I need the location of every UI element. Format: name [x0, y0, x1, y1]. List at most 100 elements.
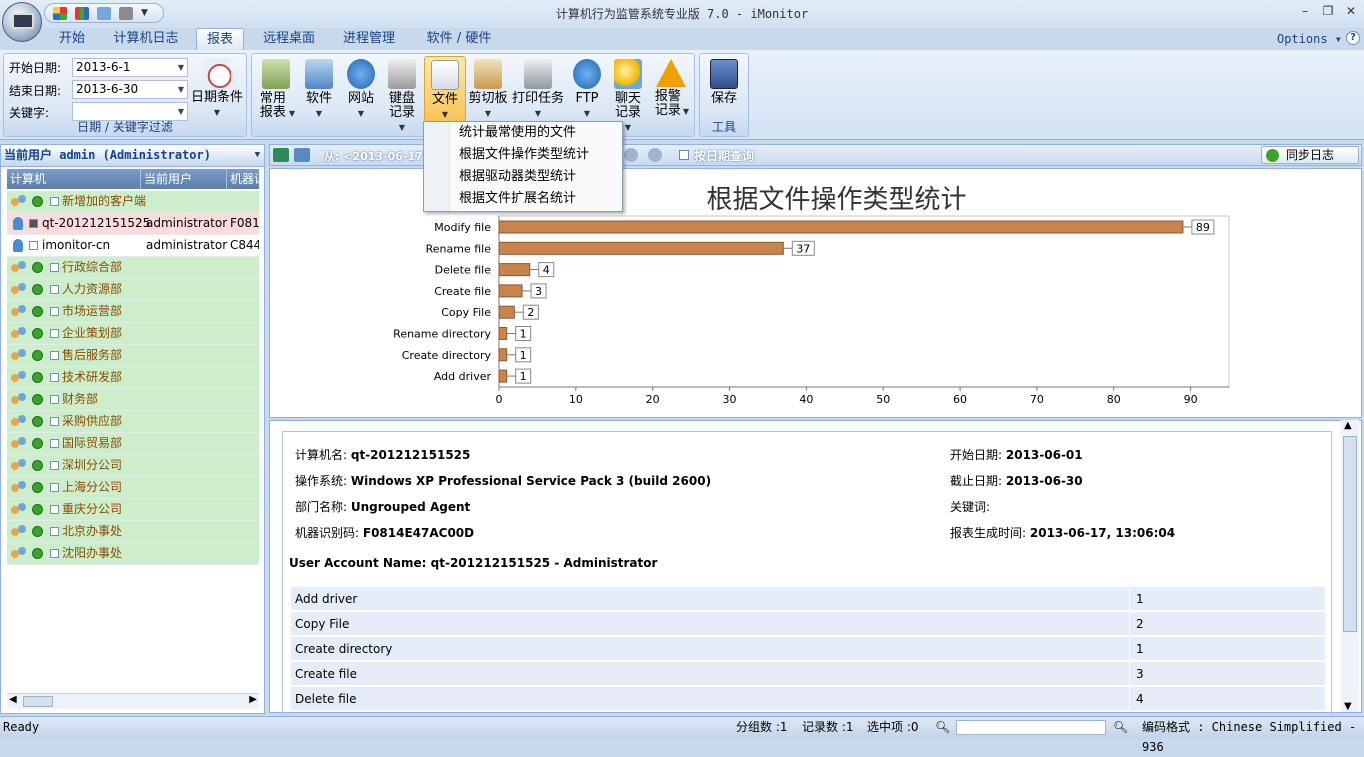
tab-remote-desktop[interactable]: 远程桌面 — [254, 28, 324, 50]
find-icon[interactable]: 🔍︎ — [1113, 717, 1128, 737]
close-button[interactable]: ✕ — [1342, 4, 1360, 20]
scroll-thumb[interactable] — [1343, 436, 1357, 632]
checkbox[interactable] — [50, 373, 59, 382]
bar-chart-icon[interactable] — [75, 7, 89, 20]
common-reports-button[interactable]: 常用报表 ▼ — [256, 59, 296, 121]
menu-item-by-operation-type[interactable]: 根据文件操作类型统计 — [459, 144, 589, 166]
restore-button[interactable]: ❐ — [1319, 4, 1337, 20]
tab-computer-log[interactable]: 计算机日志 — [104, 28, 188, 50]
group-row[interactable]: 企业策划部 — [7, 323, 259, 345]
group-row[interactable]: 重庆分公司 — [7, 499, 259, 521]
print-tasks-button[interactable]: 打印任务 ▼ — [510, 59, 566, 121]
tab-process-management[interactable]: 进程管理 — [334, 28, 404, 50]
refresh-icon[interactable] — [648, 148, 662, 162]
group-row[interactable]: 人力资源部 — [7, 279, 259, 301]
sync-icon — [1266, 149, 1279, 162]
checkbox[interactable] — [50, 351, 59, 360]
keyboard-log-button[interactable]: 键盘记录▼ — [384, 59, 420, 135]
group-row[interactable]: 采购供应部 — [7, 411, 259, 433]
horizontal-scrollbar[interactable]: ◀ ▶ — [7, 693, 259, 709]
checkbox[interactable] — [50, 263, 59, 272]
group-row[interactable]: 国际贸易部 — [7, 433, 259, 455]
clock-icon[interactable] — [624, 148, 638, 162]
start-date-field[interactable]: 2013-6-1 ▼ — [72, 58, 188, 77]
save-button[interactable]: 保存 — [706, 59, 742, 106]
website-button[interactable]: 网站 ▼ — [344, 59, 378, 121]
checkbox[interactable] — [29, 219, 38, 228]
export-excel-icon[interactable] — [273, 148, 289, 162]
qat-dropdown-icon[interactable]: ▼ — [141, 7, 151, 20]
options-menu[interactable]: Options ▾ — [1277, 32, 1342, 46]
checkbox[interactable] — [50, 461, 59, 470]
column-current-user[interactable]: 当前用户 — [141, 169, 227, 189]
checkbox[interactable] — [50, 197, 59, 206]
scroll-left-icon[interactable]: ◀ — [9, 694, 17, 705]
by-date-checkbox[interactable] — [679, 150, 689, 160]
category-label: Create file — [434, 285, 491, 298]
end-date-field[interactable]: 2013-6-30 ▼ — [72, 80, 188, 99]
sync-log-button[interactable]: 同步日志 — [1261, 146, 1359, 164]
menu-item-by-drive-type[interactable]: 根据驱动器类型统计 — [459, 166, 576, 188]
user-icon — [13, 239, 23, 252]
computer-tree-panel: 当前用户 admin (Administrator) ▼ 计算机 当前用户 机器识… — [0, 144, 265, 714]
scroll-up-icon[interactable]: ▲ — [1344, 420, 1352, 431]
menu-item-by-extension[interactable]: 根据文件扩展名统计 — [459, 188, 576, 210]
checkbox[interactable] — [50, 307, 59, 316]
tab-start[interactable]: 开始 — [50, 28, 94, 50]
pie-chart-icon[interactable] — [53, 7, 67, 20]
checkbox[interactable] — [50, 483, 59, 492]
search-icon[interactable]: 🔍︎ — [935, 717, 950, 737]
checkbox[interactable] — [50, 505, 59, 514]
app-menu-button[interactable] — [2, 2, 42, 42]
menu-item-most-used-files[interactable]: 统计最常使用的文件 — [459, 122, 576, 144]
tab-software-hardware[interactable]: 软件 / 硬件 — [414, 28, 504, 50]
scroll-right-icon[interactable]: ▶ — [249, 694, 257, 705]
report-computer: 计算机名: qt-201212151525 — [295, 448, 471, 462]
computer-id: C8442 — [230, 238, 259, 252]
ftp-label: FTP — [575, 91, 599, 106]
date-condition-button[interactable]: 日期条件 ▼ — [190, 58, 244, 120]
group-row[interactable]: 北京办事处 — [7, 521, 259, 543]
group-row[interactable]: 上海分公司 — [7, 477, 259, 499]
software-button[interactable]: 软件 ▼ — [302, 59, 336, 121]
group-row[interactable]: 行政综合部 — [7, 257, 259, 279]
group-row[interactable]: 市场运营部 — [7, 301, 259, 323]
column-computer[interactable]: 计算机 — [7, 169, 141, 189]
ftp-button[interactable]: FTP ▼ — [570, 59, 604, 121]
checkbox[interactable] — [50, 417, 59, 426]
online-status-icon — [32, 438, 43, 449]
checkbox[interactable] — [50, 439, 59, 448]
current-user-header[interactable]: 当前用户 admin (Administrator) ▼ — [1, 145, 264, 167]
checkbox[interactable] — [29, 241, 38, 250]
checkbox[interactable] — [50, 527, 59, 536]
clipboard-button[interactable]: 剪切板 ▼ — [468, 59, 508, 121]
checkbox[interactable] — [50, 285, 59, 294]
computer-row[interactable]: qt-201212151525administratorF0814 — [7, 213, 259, 235]
computer-row[interactable]: imonitor-cn administratorC8442 — [7, 235, 259, 257]
file-button[interactable]: 文件 ▼ — [424, 56, 466, 122]
keyboard-icon[interactable] — [119, 7, 133, 20]
scroll-down-icon[interactable]: ▼ — [1344, 701, 1352, 712]
scroll-thumb[interactable] — [23, 696, 53, 707]
checkbox[interactable] — [50, 549, 59, 558]
status-search-input[interactable] — [956, 720, 1106, 735]
chevron-down-icon[interactable]: ▼ — [255, 145, 260, 166]
alarm-log-button[interactable]: 报警记录 ▼ — [652, 59, 690, 119]
bar — [498, 327, 508, 340]
group-row[interactable]: 深圳分公司 — [7, 455, 259, 477]
group-row[interactable]: 售后服务部 — [7, 345, 259, 367]
checkbox[interactable] — [50, 329, 59, 338]
group-row[interactable]: 沈阳办事处 — [7, 543, 259, 565]
group-icon — [11, 371, 27, 384]
checkbox[interactable] — [50, 395, 59, 404]
tab-reports[interactable]: 报表 — [196, 28, 244, 50]
help-icon[interactable]: ? — [1346, 31, 1360, 45]
group-row[interactable]: 新增加的客户端 — [7, 191, 259, 213]
group-row[interactable]: 技术研发部 — [7, 367, 259, 389]
export-image-icon[interactable] — [294, 148, 310, 162]
windows-icon[interactable] — [97, 7, 111, 20]
vertical-scrollbar[interactable]: ▲ ▼ — [1341, 420, 1359, 712]
group-row[interactable]: 财务部 — [7, 389, 259, 411]
minimize-button[interactable]: – — [1296, 4, 1314, 20]
column-machine-id[interactable]: 机器识 — [227, 169, 259, 189]
